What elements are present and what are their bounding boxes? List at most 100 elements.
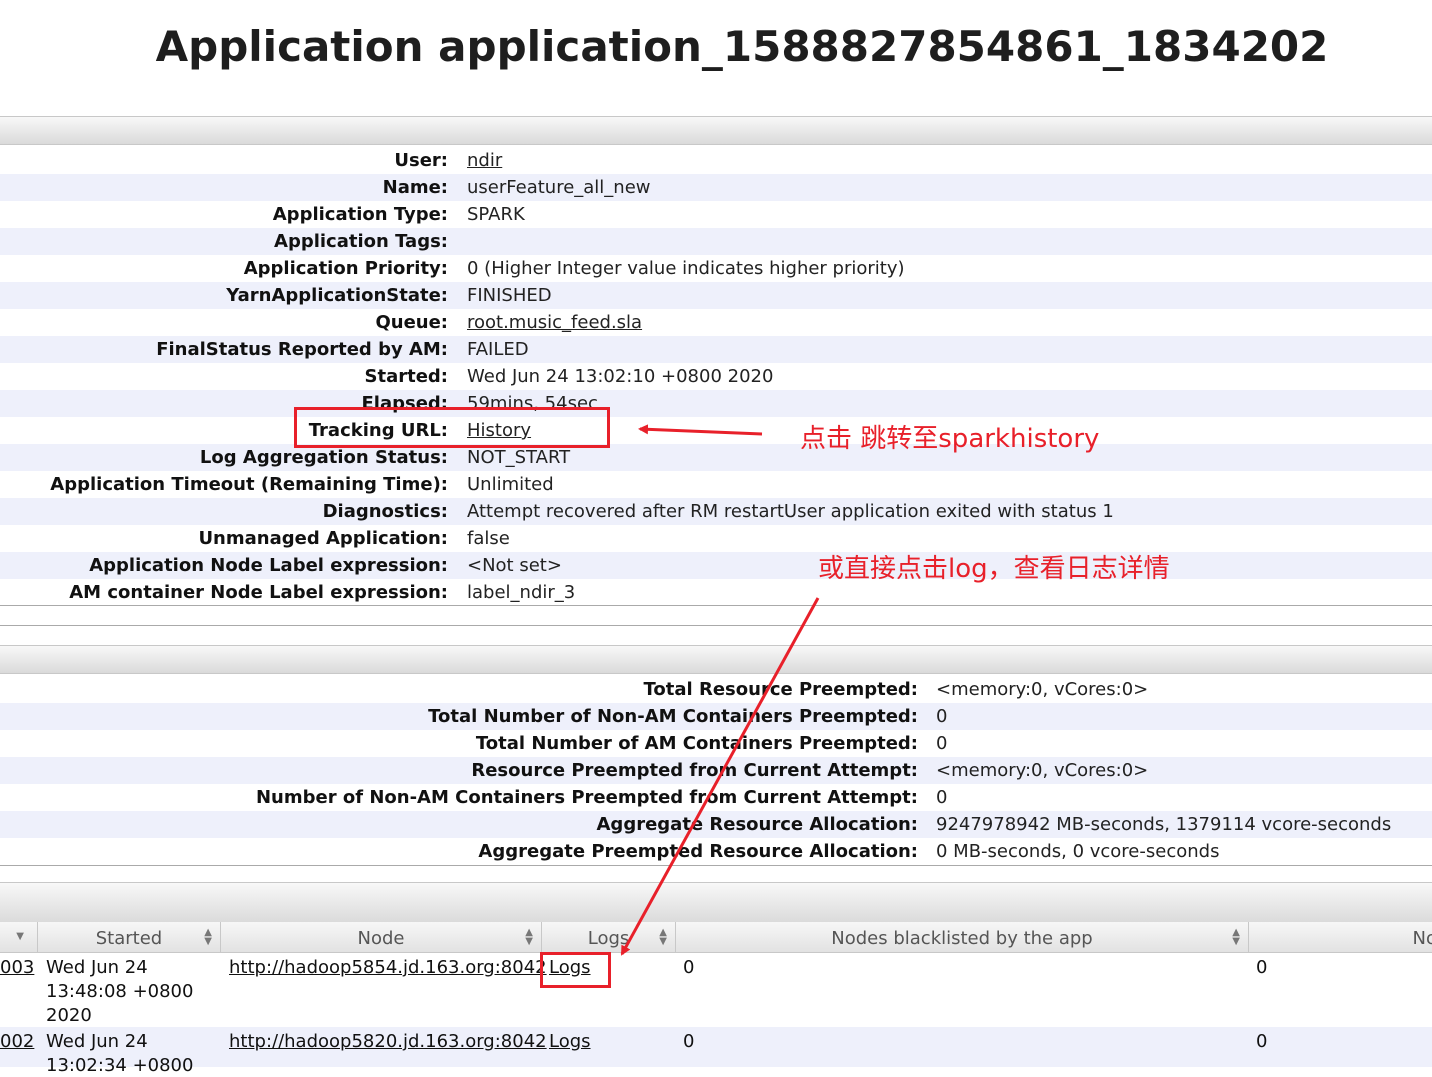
metrics-row: Total Number of Non-AM Containers Preemp…	[0, 703, 1432, 730]
field-label: Number of Non-AM Containers Preempted fr…	[255, 787, 918, 808]
field-label: Application Priority:	[243, 258, 448, 279]
field-label: AM container Node Label expression:	[69, 582, 448, 603]
overview-row: Application Node Label expression: <Not s…	[0, 552, 1432, 579]
field-value: Wed Jun 24 13:02:10 +0800 2020	[467, 366, 774, 387]
field-value: <Not set>	[467, 555, 562, 576]
field-value: <memory:0, vCores:0>	[936, 679, 1149, 700]
tracking-annotation-text: 点击 跳转至sparkhistory	[800, 424, 1100, 454]
metrics-bottom-rule	[0, 865, 1432, 866]
field-value: FINISHED	[467, 285, 552, 306]
column-header-node[interactable]: Node ▲ ▼	[220, 922, 541, 952]
field-value-link[interactable]: ndir	[467, 147, 502, 174]
metrics-table: Total Resource Preempted: <memory:0, vCor…	[0, 676, 1432, 865]
attempt-started: 13:02:34 +0800	[46, 1055, 194, 1076]
overview-row: Tracking URL: History	[0, 417, 1432, 444]
field-label: Resource Preempted from Current Attempt:	[471, 760, 918, 781]
sort-icon: ▲ ▼	[659, 927, 667, 947]
field-label: YarnApplicationState:	[226, 285, 448, 306]
metrics-row: Aggregate Resource Allocation: 9247978942…	[0, 811, 1432, 838]
field-value: Unlimited	[467, 474, 554, 495]
column-header-id[interactable]: ▼	[0, 922, 36, 952]
overview-row: AM container Node Label expression: label…	[0, 579, 1432, 606]
field-label: Application Node Label expression:	[89, 555, 448, 576]
blacklisted-count: 0	[683, 1031, 695, 1052]
tracking-url-highlight-box	[294, 407, 610, 448]
field-label: Diagnostics:	[322, 501, 448, 522]
next-column-value: 0	[1256, 1031, 1268, 1052]
metrics-row: Aggregate Preempted Resource Allocation:…	[0, 838, 1432, 865]
attempt-started: Wed Jun 24	[46, 957, 148, 978]
field-label: Started:	[364, 366, 449, 387]
field-label: Log Aggregation Status:	[199, 447, 448, 468]
overview-bottom-rule	[0, 605, 1432, 606]
overview-row: Queue: root.music_feed.sla	[0, 309, 1432, 336]
sort-icon: ▲ ▼	[204, 927, 212, 947]
node-link[interactable]: http://hadoop5820.jd.163.org:8042	[229, 1030, 547, 1053]
metrics-header-band	[0, 645, 1432, 674]
overview-row: Diagnostics: Attempt recovered after RM r…	[0, 498, 1432, 525]
table-row: 003 Wed Jun 24 13:48:08 +0800 2020 http:…	[0, 953, 1432, 1026]
attempts-header-band	[0, 882, 1432, 924]
field-value: Attempt recovered after RM restartUser a…	[467, 501, 1114, 522]
field-label: Unmanaged Application:	[198, 528, 448, 549]
field-label: Aggregate Resource Allocation:	[596, 814, 919, 835]
metrics-row: Number of Non-AM Containers Preempted fr…	[0, 784, 1432, 811]
overview-bottom-rule-2	[0, 625, 1432, 626]
overview-row: YarnApplicationState: FINISHED	[0, 282, 1432, 309]
field-value: FAILED	[467, 339, 529, 360]
field-value: <memory:0, vCores:0>	[936, 760, 1149, 781]
overview-row: Unmanaged Application: false	[0, 525, 1432, 552]
field-value-link[interactable]: root.music_feed.sla	[467, 309, 642, 336]
field-value: 0 (Higher Integer value indicates higher…	[467, 258, 905, 279]
overview-row: Started: Wed Jun 24 13:02:10 +0800 2020	[0, 363, 1432, 390]
field-value: 0	[936, 706, 948, 727]
field-label: FinalStatus Reported by AM:	[156, 339, 448, 360]
field-label: Application Type:	[272, 204, 448, 225]
overview-header-band	[0, 116, 1432, 145]
field-label: Aggregate Preempted Resource Allocation:	[478, 841, 918, 862]
overview-row: User: ndir	[0, 147, 1432, 174]
field-value: 0	[936, 733, 948, 754]
blacklisted-count: 0	[683, 957, 695, 978]
attempt-id-link[interactable]: 002	[0, 1030, 34, 1053]
field-value: false	[467, 528, 510, 549]
overview-row: Log Aggregation Status: NOT_START	[0, 444, 1432, 471]
field-value: label_ndir_3	[467, 582, 576, 603]
page-title: Application application_1588827854861_18…	[155, 22, 1329, 71]
logs-annotation-text: 或直接点击log，查看日志详情	[818, 554, 1170, 584]
node-link[interactable]: http://hadoop5854.jd.163.org:8042	[229, 956, 547, 979]
field-label: Total Number of Non-AM Containers Preemp…	[428, 706, 918, 727]
sort-desc-icon: ▼	[16, 931, 24, 942]
field-value: 0 MB-seconds, 0 vcore-seconds	[936, 841, 1220, 862]
overview-row: Application Type: SPARK	[0, 201, 1432, 228]
table-row: 002 Wed Jun 24 13:02:34 +0800 http://had…	[0, 1027, 1432, 1076]
sort-icon: ▲ ▼	[525, 927, 533, 947]
field-label: Application Timeout (Remaining Time):	[50, 474, 448, 495]
column-header-logs[interactable]: Logs ▲ ▼	[541, 922, 675, 952]
field-value: 9247978942 MB-seconds, 1379114 vcore-sec…	[936, 814, 1392, 835]
attempt-id-link[interactable]: 003	[0, 956, 34, 979]
field-label: Total Number of AM Containers Preempted:	[475, 733, 918, 754]
logs-link[interactable]: Logs	[549, 1030, 591, 1053]
metrics-row: Resource Preempted from Current Attempt:…	[0, 757, 1432, 784]
overview-row: Application Timeout (Remaining Time): Unl…	[0, 471, 1432, 498]
overview-row: Name: userFeature_all_new	[0, 174, 1432, 201]
overview-row: Elapsed: 59mins, 54sec	[0, 390, 1432, 417]
next-column-value: 0	[1256, 957, 1268, 978]
metrics-row: Total Number of AM Containers Preempted:…	[0, 730, 1432, 757]
field-label: Name:	[382, 177, 448, 198]
column-header-started[interactable]: Started ▲ ▼	[37, 922, 220, 952]
logs-highlight-box	[540, 952, 611, 988]
metrics-row: Total Resource Preempted: <memory:0, vCor…	[0, 676, 1432, 703]
field-value: SPARK	[467, 204, 525, 225]
attempt-started: 13:48:08 +0800	[46, 981, 194, 1002]
field-label: User:	[394, 150, 448, 171]
field-value: NOT_START	[467, 447, 571, 468]
overview-row: FinalStatus Reported by AM: FAILED	[0, 336, 1432, 363]
column-header-blacklisted[interactable]: Nodes blacklisted by the app ▲ ▼	[675, 922, 1248, 952]
attempts-table-header: ▼ Started ▲ ▼ Node ▲ ▼ Logs ▲ ▼ Nodes black…	[0, 922, 1432, 953]
field-label: Queue:	[375, 312, 448, 333]
column-header-next[interactable]: No	[1248, 922, 1432, 952]
field-value: userFeature_all_new	[467, 177, 651, 198]
overview-row: Application Tags:	[0, 228, 1432, 255]
